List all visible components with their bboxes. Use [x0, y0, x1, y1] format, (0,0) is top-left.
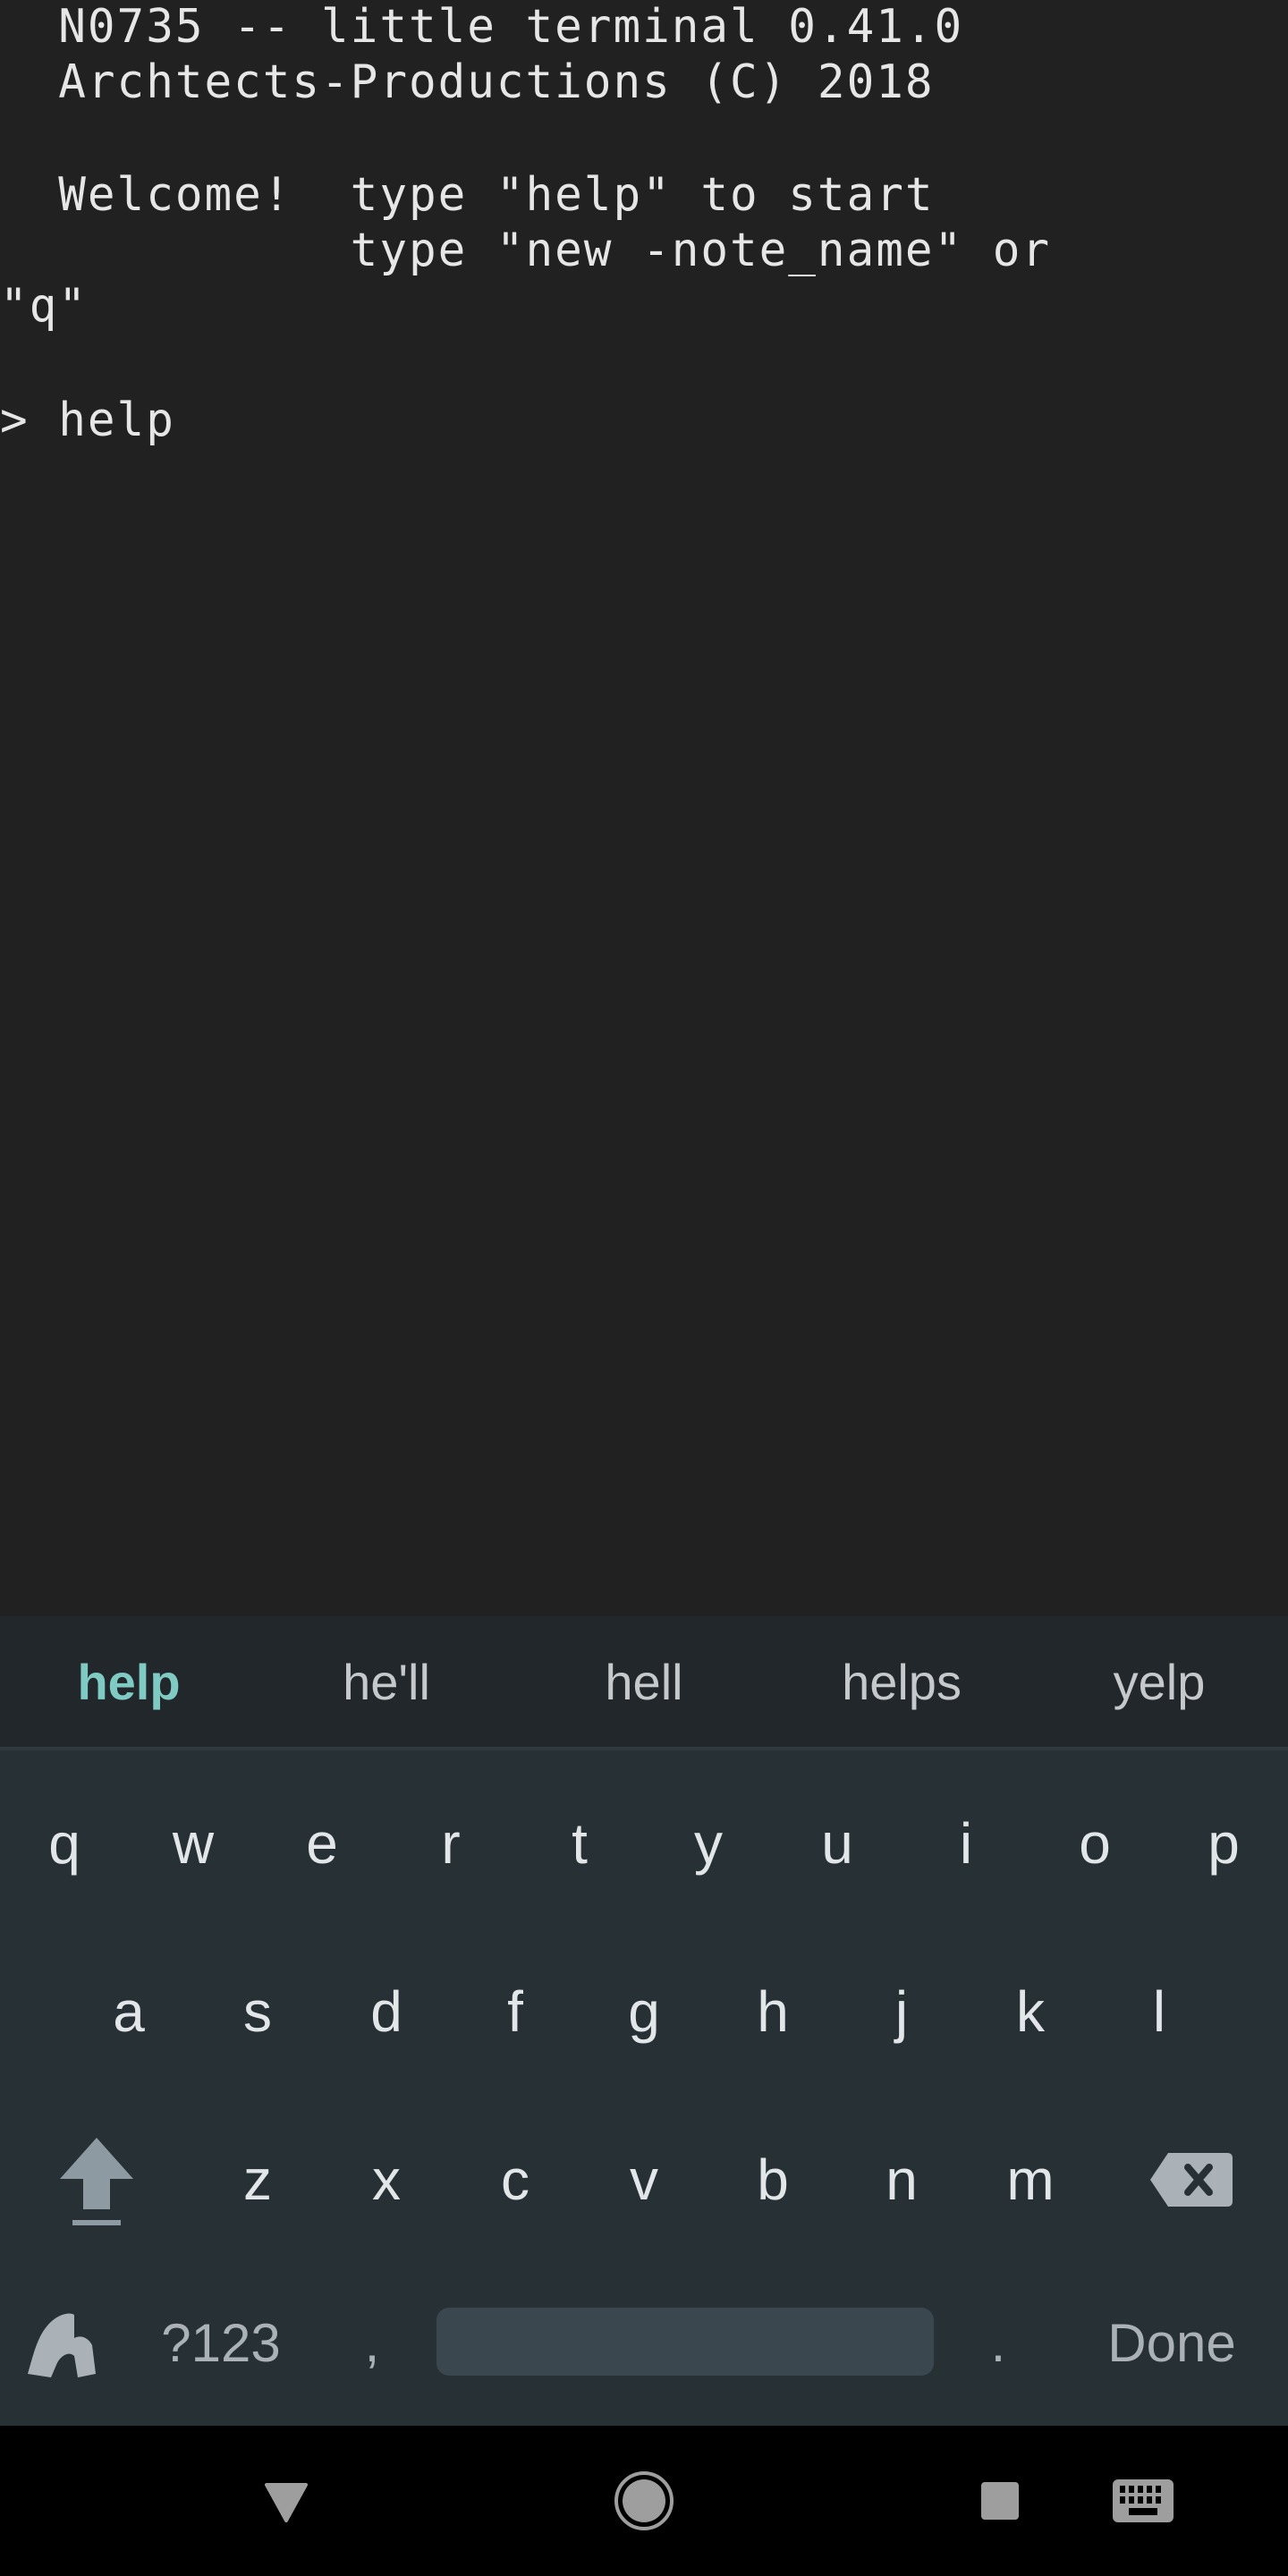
period-key[interactable]: .	[934, 2258, 1063, 2427]
home-button[interactable]	[599, 2426, 689, 2576]
key-r[interactable]: r	[386, 1759, 515, 1928]
key-o[interactable]: o	[1030, 1759, 1159, 1928]
key-m[interactable]: m	[966, 2096, 1095, 2264]
key-g[interactable]: g	[580, 1928, 708, 2096]
terminal-input-line[interactable]: > help	[0, 394, 175, 447]
recents-square-icon	[981, 2482, 1019, 2520]
key-w[interactable]: w	[129, 1759, 258, 1928]
soft-keyboard: q w e r t y u i o p a s d f g h j k l z …	[0, 1750, 1288, 2426]
key-d[interactable]: d	[322, 1928, 451, 2096]
key-v[interactable]: v	[580, 2096, 708, 2264]
suggestion-item[interactable]: hell	[515, 1616, 773, 1747]
key-k[interactable]: k	[966, 1928, 1095, 2096]
key-q[interactable]: q	[0, 1759, 129, 1928]
key-h[interactable]: h	[708, 1928, 837, 2096]
symbols-key[interactable]: ?123	[154, 2258, 288, 2427]
suggestion-item[interactable]: help	[0, 1616, 258, 1747]
key-u[interactable]: u	[773, 1759, 902, 1928]
terminal-line-welcome: Welcome! type "help" to start	[0, 168, 935, 222]
suggestion-item[interactable]: yelp	[1030, 1616, 1288, 1747]
key-f[interactable]: f	[451, 1928, 580, 2096]
key-p[interactable]: p	[1159, 1759, 1288, 1928]
shift-key[interactable]	[32, 2096, 161, 2264]
key-t[interactable]: t	[515, 1759, 644, 1928]
terminal-output[interactable]: N0735 -- little terminal 0.41.0 Archtect…	[0, 0, 1288, 1616]
key-n[interactable]: n	[837, 2096, 966, 2264]
terminal-line-new-note-hint: type "new -note_name" or	[0, 224, 1052, 277]
terminal-line-copyright: Archtects-Productions (C) 2018	[0, 55, 935, 109]
key-j[interactable]: j	[837, 1928, 966, 2096]
key-c[interactable]: c	[451, 2096, 580, 2264]
key-l[interactable]: l	[1095, 1928, 1224, 2096]
shift-arrow-icon	[60, 2138, 133, 2225]
handwriting-key[interactable]	[0, 2258, 129, 2427]
key-a[interactable]: a	[64, 1928, 193, 2096]
recents-button[interactable]	[955, 2426, 1045, 2576]
done-key[interactable]: Done	[1091, 2258, 1252, 2427]
home-circle-icon	[614, 2471, 674, 2530]
suggestion-item[interactable]: helps	[773, 1616, 1030, 1747]
backspace-icon	[1150, 2153, 1233, 2207]
key-z[interactable]: z	[193, 2096, 322, 2264]
suggestion-strip: help he'll hell helps yelp	[0, 1616, 1288, 1750]
key-i[interactable]: i	[902, 1759, 1030, 1928]
handwriting-icon	[28, 2313, 96, 2377]
spacebar[interactable]	[436, 2308, 934, 2376]
key-x[interactable]: x	[322, 2096, 451, 2264]
terminal-line-title: N0735 -- little terminal 0.41.0	[0, 0, 964, 54]
key-b[interactable]: b	[708, 2096, 837, 2264]
back-triangle-icon	[265, 2483, 308, 2522]
key-e[interactable]: e	[258, 1759, 386, 1928]
backspace-key[interactable]	[1127, 2096, 1256, 2264]
key-s[interactable]: s	[193, 1928, 322, 2096]
keyboard-switch-button[interactable]	[1098, 2426, 1188, 2576]
keyboard-switch-icon	[1113, 2479, 1174, 2522]
back-button[interactable]	[242, 2426, 331, 2576]
key-y[interactable]: y	[644, 1759, 773, 1928]
system-navigation-bar	[0, 2426, 1288, 2576]
terminal-line-quit-hint: "q"	[0, 279, 88, 333]
suggestion-item[interactable]: he'll	[258, 1616, 515, 1747]
comma-key[interactable]: ,	[308, 2258, 436, 2427]
